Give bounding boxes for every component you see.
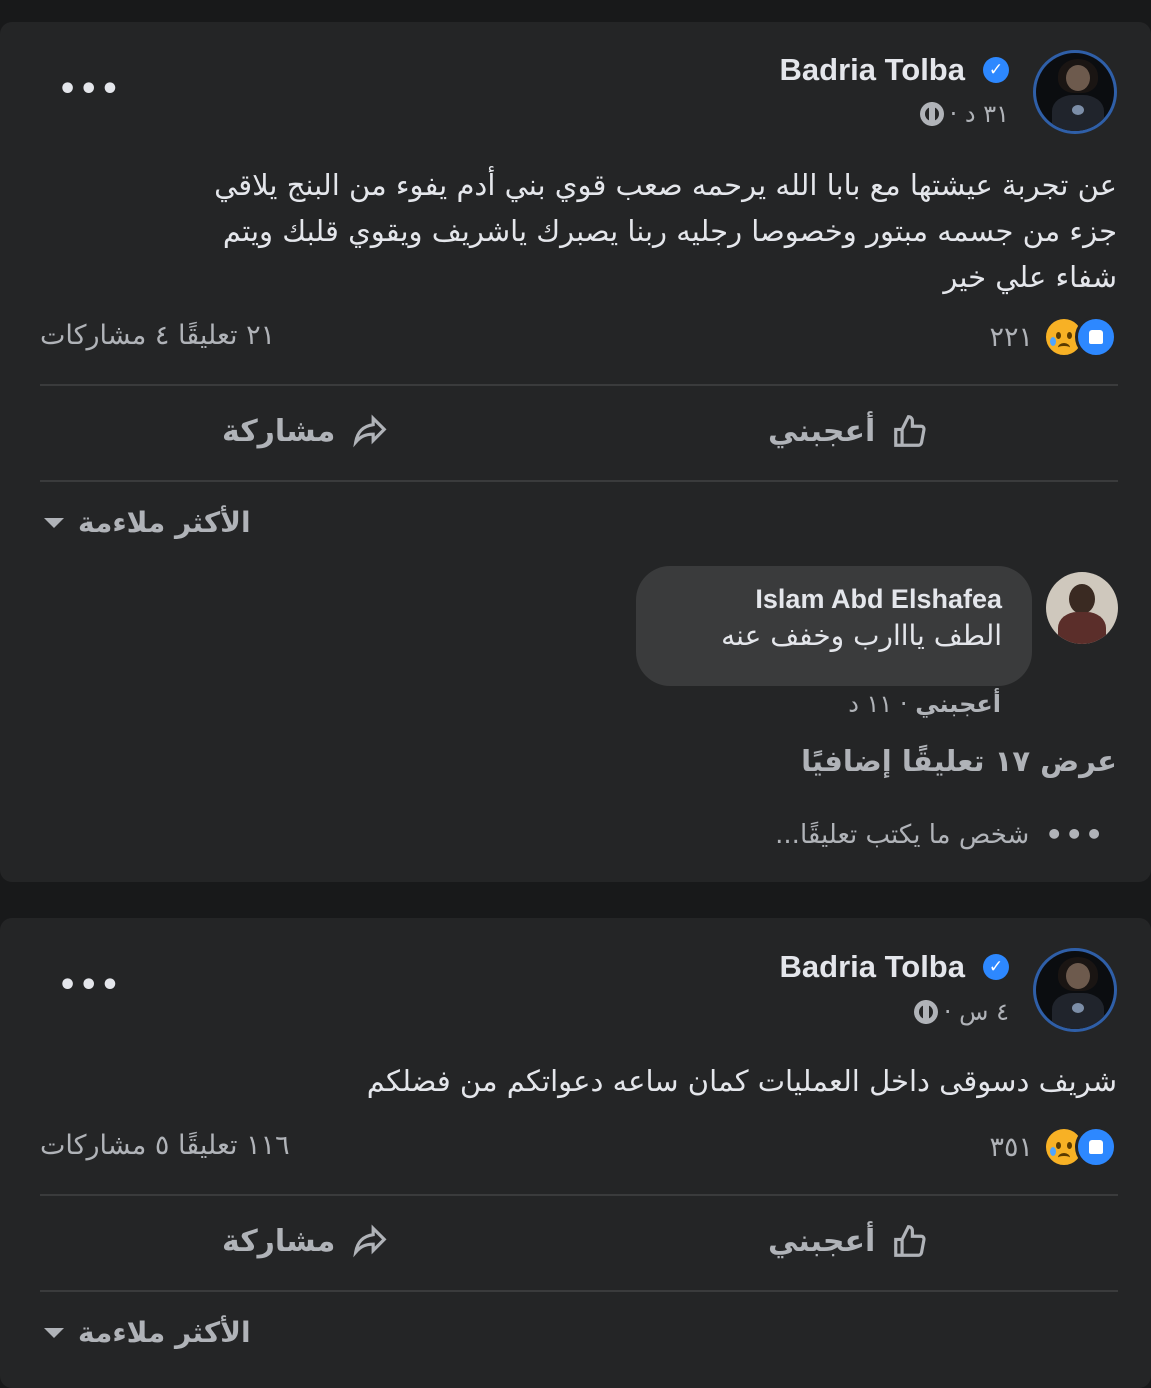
comment-author[interactable]: Islam Abd Elshafea: [666, 584, 1002, 615]
divider: [40, 1290, 1118, 1292]
post-author[interactable]: Badria Tolba: [780, 52, 965, 88]
post-text-line: عن تجربة عيشتها مع بابا الله يرحمه صعب ق…: [214, 168, 1117, 202]
post-text: شريف دسوقى داخل العمليات كمان ساعه دعوات…: [37, 1058, 1117, 1104]
like-button[interactable]: أعجبني: [768, 412, 929, 450]
comments-shares-count[interactable]: ٢١ تعليقًا ٤ مشاركات: [40, 320, 275, 351]
view-more-comments-link[interactable]: عرض ١٧ تعليقًا إضافيًا: [801, 744, 1117, 778]
comment-time[interactable]: · ١١ د: [848, 690, 907, 718]
post-card: ••• ✓ Badria Tolba ٣١ د · عن تجربة عيشته…: [0, 22, 1151, 882]
thumbs-up-icon: [894, 1225, 926, 1257]
like-reaction-icon: [1075, 1126, 1117, 1168]
typing-dots-icon: •••: [1045, 818, 1105, 851]
share-arrow-icon: [353, 414, 387, 448]
typing-text: شخص ما يكتب تعليقًا...: [775, 819, 1030, 850]
post-time[interactable]: ٣١ د ·: [950, 100, 1009, 128]
sort-comments-dropdown[interactable]: الأكثر ملاءمة: [44, 1316, 251, 1349]
avatar[interactable]: [1033, 50, 1117, 134]
divider: [40, 384, 1118, 386]
reaction-summary[interactable]: ٣٥١: [989, 1126, 1117, 1168]
comment-text: الطف يااارب وخفف عنه: [721, 619, 1002, 652]
reaction-count: ٢٢١: [989, 321, 1033, 353]
globe-icon: [919, 102, 944, 126]
verified-badge-icon: ✓: [983, 57, 1009, 83]
like-button[interactable]: أعجبني: [768, 1222, 929, 1260]
divider: [40, 1194, 1118, 1196]
comments-shares-count[interactable]: ١١٦ تعليقًا ٥ مشاركات: [40, 1130, 290, 1161]
post-meta: ٣١ د ·: [919, 100, 1009, 128]
divider: [40, 480, 1118, 482]
more-options-icon[interactable]: •••: [58, 968, 122, 1003]
share-button[interactable]: مشاركة: [222, 412, 389, 450]
like-label: أعجبني: [768, 1223, 876, 1259]
sort-label: الأكثر ملاءمة: [78, 1316, 251, 1349]
share-label: مشاركة: [222, 413, 336, 449]
comment-like-link[interactable]: أعجبني: [915, 690, 1001, 718]
caret-down-icon: [44, 517, 64, 528]
post-text-line: شريف دسوقى داخل العمليات كمان ساعه دعوات…: [366, 1064, 1117, 1098]
comment-actions: أعجبني · ١١ د: [848, 690, 1001, 718]
sort-comments-dropdown[interactable]: الأكثر ملاءمة: [44, 506, 251, 539]
post-text: عن تجربة عيشتها مع بابا الله يرحمه صعب ق…: [37, 162, 1117, 300]
post-text-line: شفاء علي خير: [943, 260, 1117, 294]
more-options-icon[interactable]: •••: [58, 72, 122, 107]
post-text-line: جزء من جسمه مبتور وخصوصا رجليه ربنا يصبر…: [222, 214, 1117, 248]
share-button[interactable]: مشاركة: [222, 1222, 389, 1260]
comment-bubble: Islam Abd Elshafea الطف يااارب وخفف عنه: [636, 566, 1032, 686]
globe-icon: [913, 1000, 938, 1024]
post-time[interactable]: ٤ س ·: [944, 998, 1009, 1026]
typing-indicator: ••• شخص ما يكتب تعليقًا...: [775, 818, 1105, 851]
like-label: أعجبني: [768, 413, 876, 449]
avatar[interactable]: [1033, 948, 1117, 1032]
reaction-summary[interactable]: ٢٢١: [989, 316, 1117, 358]
sort-label: الأكثر ملاءمة: [78, 506, 251, 539]
like-reaction-icon: [1075, 316, 1117, 358]
reaction-count: ٣٥١: [989, 1131, 1033, 1163]
share-arrow-icon: [353, 1224, 387, 1258]
caret-down-icon: [44, 1327, 64, 1338]
post-meta: ٤ س ·: [913, 998, 1009, 1026]
post-card: ••• ✓ Badria Tolba ٤ س · شريف دسوقى داخل…: [0, 918, 1151, 1388]
comment-avatar[interactable]: [1046, 572, 1118, 644]
share-label: مشاركة: [222, 1223, 336, 1259]
post-author[interactable]: Badria Tolba: [780, 949, 965, 985]
thumbs-up-icon: [894, 415, 926, 447]
verified-badge-icon: ✓: [983, 954, 1009, 980]
